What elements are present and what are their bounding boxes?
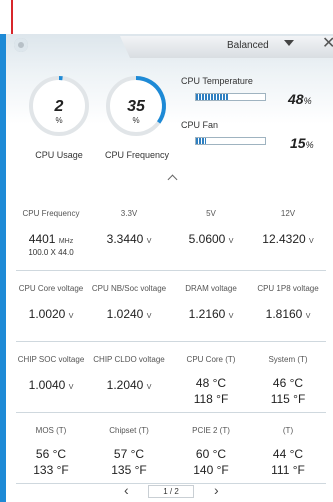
sensor-value: 57 °C <box>90 447 168 461</box>
sensor-value-text: 1.0040 <box>28 378 66 392</box>
sensor-unit: V <box>68 313 74 320</box>
sensor-value: 48 °C <box>172 376 250 390</box>
sensor-label: 5V <box>206 209 216 218</box>
sensor-label: Chipset (T) <box>109 426 149 435</box>
sensor-label: 3.3V <box>120 209 138 218</box>
sensor-value-text: 12.4320 <box>262 232 306 246</box>
cpu-usage-unit: % <box>55 116 63 125</box>
page-current: 1 <box>163 487 168 496</box>
sensor-value: 46 °C <box>249 376 327 390</box>
sensor-value: 1.2160 V <box>172 307 250 321</box>
sensor-label: System (T) <box>268 355 308 364</box>
cpu-temperature-label: CPU Temperature <box>181 76 253 86</box>
sensor-value-fahrenheit: 115 °F <box>270 392 306 406</box>
sensor-unit: V <box>146 384 152 391</box>
sensor-label: CPU NB/Soc voltage <box>91 284 167 293</box>
sensor-subvalue: 100.0 X 44.0 <box>28 248 74 257</box>
sensor-row: CPU Frequency 4401 MHz 100.0 X 44.0 3.3V 3.3… <box>16 196 326 271</box>
sensor-value-text: 1.2160 <box>188 307 226 321</box>
page-indicator: 1 / 2 <box>148 485 194 498</box>
cpu-fan-bar-fill <box>196 138 207 144</box>
sensor-value-text: 1.8160 <box>265 307 303 321</box>
sensor-unit: V <box>146 313 152 320</box>
sensor-label: (T) <box>282 426 294 435</box>
page-total: 2 <box>174 487 179 496</box>
sensor-value: 3.3440 V <box>90 232 168 246</box>
sensor-grid: CPU Frequency 4401 MHz 100.0 X 44.0 3.3V 3.3… <box>16 196 326 484</box>
cpu-frequency-value: 35 <box>127 98 145 115</box>
sensor-label: CPU Core voltage <box>18 284 84 293</box>
sensor-value-text: 46 °C <box>272 376 304 390</box>
sensor-unit: MHz <box>58 238 74 245</box>
cpu-temperature-bar <box>195 93 266 101</box>
sensor-value: 5.0600 V <box>172 232 250 246</box>
sensor-value: 4401 MHz <box>12 232 90 246</box>
sensor-value: 12.4320 V <box>249 232 327 246</box>
sensor-value-text: 1.0240 <box>106 307 144 321</box>
sensor-value-text: 48 °C <box>195 376 227 390</box>
sensor-row: MOS (T) 56 °C 133 °F Chipset (T) 57 °C 135 °F… <box>16 413 326 484</box>
sensor-label: CHIP CLDO voltage <box>93 355 165 364</box>
sensor-unit: V <box>228 313 234 320</box>
sensor-unit: V <box>228 238 234 245</box>
sensor-value-text: 56 °C <box>35 447 67 461</box>
sensor-value-text: 5.0600 <box>188 232 226 246</box>
sensor-value-fahrenheit: 111 °F <box>271 463 305 477</box>
sensor-value-fahrenheit: 135 °F <box>111 463 147 477</box>
cpu-fan-value: 15% <box>290 135 314 151</box>
sensor-value: 1.8160 V <box>249 307 327 321</box>
cpu-temperature-bar-fill <box>196 94 230 100</box>
sensor-unit: V <box>146 238 152 245</box>
sensor-value: 1.0240 V <box>90 307 168 321</box>
sensor-value-text: 3.3440 <box>106 232 144 246</box>
sensor-label: 12V <box>280 209 296 218</box>
next-page-button[interactable]: › <box>214 482 219 498</box>
sensor-value: 1.0020 V <box>12 307 90 321</box>
sensor-value: 60 °C <box>172 447 250 461</box>
sensor-value-text: 57 °C <box>113 447 145 461</box>
cpu-usage-label: CPU Usage <box>35 150 83 160</box>
sensor-value-fahrenheit: 133 °F <box>33 463 69 477</box>
gear-icon[interactable] <box>14 38 28 52</box>
sensor-value-fahrenheit: 118 °F <box>193 392 229 406</box>
sensor-label: DRAM voltage <box>185 284 237 293</box>
sensor-label: CPU Core (T) <box>186 355 236 364</box>
sensor-value: 44 °C <box>249 447 327 461</box>
chevron-down-icon[interactable] <box>284 40 294 46</box>
cpu-fan-bar <box>195 137 266 145</box>
sensor-value-text: 1.0020 <box>28 307 66 321</box>
cpu-temperature-value: 48% <box>288 91 312 107</box>
sensor-label: MOS (T) <box>35 426 67 435</box>
red-marker <box>11 0 13 34</box>
sensor-value: 1.0040 V <box>12 378 90 392</box>
sensor-unit: V <box>68 384 74 391</box>
cpu-fan-label: CPU Fan <box>181 120 219 130</box>
sensor-value-text: 44 °C <box>272 447 304 461</box>
sensor-value-fahrenheit: 140 °F <box>193 463 229 477</box>
sensor-label: CPU 1P8 voltage <box>257 284 319 293</box>
sensor-label: CPU Frequency <box>22 209 80 218</box>
sensor-value: 56 °C <box>12 447 90 461</box>
sensor-value-text: 1.2040 <box>106 378 144 392</box>
header-panel: Balanced ✕ 2 % CPU Usage 35 % CPU Freque… <box>6 34 333 194</box>
profile-label[interactable]: Balanced <box>227 40 269 51</box>
cpu-frequency-unit: % <box>132 116 140 125</box>
pager: ‹ 1 / 2 › <box>0 482 333 502</box>
sensor-value: 1.2040 V <box>90 378 168 392</box>
sensor-value-text: 60 °C <box>195 447 227 461</box>
cpu-usage-value: 2 <box>54 98 64 115</box>
sensor-unit: V <box>305 313 311 320</box>
sensor-label: PCIE 2 (T) <box>192 426 230 435</box>
sensor-unit: V <box>309 238 314 245</box>
close-icon[interactable]: ✕ <box>322 35 333 53</box>
sensor-row: CPU Core voltage 1.0020 V CPU NB/Soc volta… <box>16 271 326 342</box>
sensor-value-text: 4401 <box>28 232 56 246</box>
page-separator: / <box>169 487 173 496</box>
sensor-row: CHIP SOC voltage 1.0040 V CHIP CLDO voltag… <box>16 342 326 413</box>
sensor-label: CHIP SOC voltage <box>17 355 85 364</box>
cpu-frequency-label: CPU Frequency <box>104 150 170 160</box>
previous-page-button[interactable]: ‹ <box>124 482 129 498</box>
